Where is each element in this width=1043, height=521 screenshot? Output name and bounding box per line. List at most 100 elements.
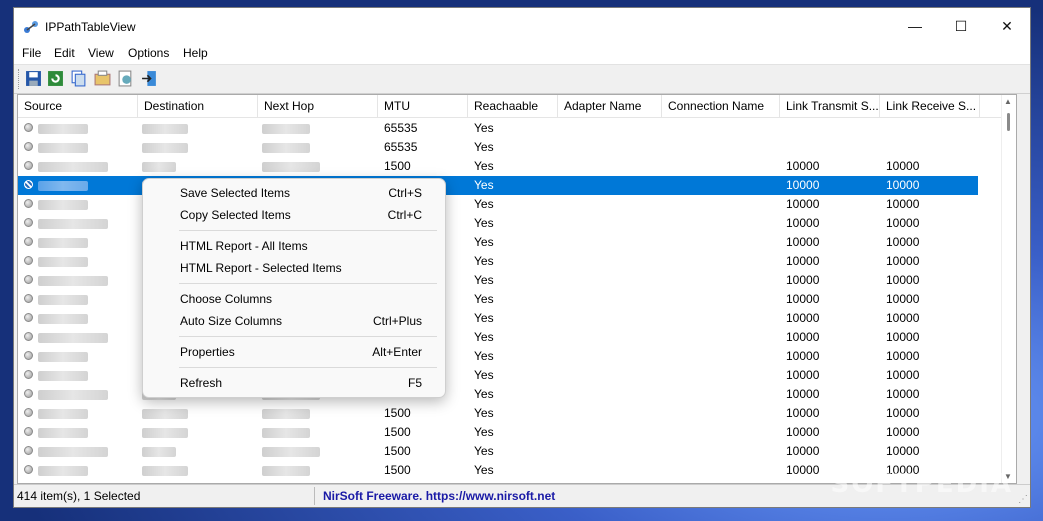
table-row[interactable]: 65535 Yes xyxy=(18,119,978,138)
column-header-connection-name[interactable]: Connection Name xyxy=(662,95,780,117)
cell-tx: 10000 xyxy=(786,387,820,401)
table-row[interactable]: 1500 Yes 10000 10000 xyxy=(18,423,978,442)
menu-file[interactable]: File xyxy=(22,46,41,60)
nirsoft-link[interactable]: NirSoft Freeware. https://www.nirsoft.ne… xyxy=(323,489,555,503)
redacted-source xyxy=(38,124,88,134)
table-row[interactable]: 1500 Yes 10000 10000 xyxy=(18,157,978,176)
context-menu-item[interactable]: Save Selected Items Ctrl+S xyxy=(143,182,445,204)
exit-icon[interactable] xyxy=(141,70,158,87)
column-header-mtu[interactable]: MTU xyxy=(378,95,468,117)
row-status-icon xyxy=(24,389,33,398)
cell-tx: 10000 xyxy=(786,292,820,306)
menu-options[interactable]: Options xyxy=(128,46,169,60)
menu-separator xyxy=(179,230,437,231)
maximize-button[interactable]: ☐ xyxy=(938,8,984,44)
close-button[interactable]: ✕ xyxy=(984,8,1030,44)
cell-tx: 10000 xyxy=(786,235,820,249)
menu-item-shortcut: Alt+Enter xyxy=(372,345,422,359)
context-menu-item[interactable]: Choose Columns xyxy=(143,288,445,310)
column-header-destination[interactable]: Destination xyxy=(138,95,258,117)
cell-reach: Yes xyxy=(474,349,494,363)
cell-reach: Yes xyxy=(474,444,494,458)
cell-reach: Yes xyxy=(474,311,494,325)
context-menu-item[interactable]: Auto Size Columns Ctrl+Plus xyxy=(143,310,445,332)
cell-tx: 10000 xyxy=(786,178,820,192)
cell-rx: 10000 xyxy=(886,235,920,249)
resize-grip-icon[interactable]: ⋰ xyxy=(1018,494,1028,505)
cell-mtu: 1500 xyxy=(384,425,411,439)
status-item-count: 414 item(s), 1 Selected xyxy=(17,489,141,503)
column-header-link-transmit[interactable]: Link Transmit S... xyxy=(780,95,880,117)
context-menu-item[interactable]: Copy Selected Items Ctrl+C xyxy=(143,204,445,226)
column-header-link-receive[interactable]: Link Receive S... xyxy=(880,95,980,117)
context-menu-item[interactable]: HTML Report - Selected Items xyxy=(143,257,445,279)
redacted-source xyxy=(38,276,108,286)
vertical-scrollbar[interactable]: ▲ ▼ xyxy=(1001,95,1016,483)
table-row[interactable]: 1500 Yes 10000 10000 xyxy=(18,404,978,423)
row-status-icon xyxy=(24,199,33,208)
menu-item-label: Auto Size Columns xyxy=(180,314,283,328)
table-row[interactable]: 65535 Yes xyxy=(18,138,978,157)
column-header-source[interactable]: Source xyxy=(18,95,138,117)
context-menu-item[interactable]: Refresh F5 xyxy=(143,372,445,394)
menu-item-label: HTML Report - All Items xyxy=(180,239,308,253)
row-status-icon xyxy=(24,408,33,417)
row-status-icon xyxy=(24,465,33,474)
column-header-reachable[interactable]: Reachaable xyxy=(468,95,558,117)
context-menu-item[interactable]: HTML Report - All Items xyxy=(143,235,445,257)
redacted-destination xyxy=(142,466,188,476)
cell-reach: Yes xyxy=(474,216,494,230)
cell-rx: 10000 xyxy=(886,178,920,192)
cell-rx: 10000 xyxy=(886,254,920,268)
html-report-icon[interactable] xyxy=(117,70,134,87)
redacted-source xyxy=(38,162,108,172)
status-separator xyxy=(314,487,315,505)
redacted-source xyxy=(38,428,88,438)
cell-rx: 10000 xyxy=(886,330,920,344)
softpedia-watermark: SOFTPEDIA xyxy=(830,469,1013,499)
column-header-adapter-name[interactable]: Adapter Name xyxy=(558,95,662,117)
scroll-thumb[interactable] xyxy=(1007,113,1010,131)
cell-tx: 10000 xyxy=(786,349,820,363)
redacted-destination xyxy=(142,162,176,172)
redacted-source xyxy=(38,181,88,191)
context-menu-item[interactable]: Properties Alt+Enter xyxy=(143,341,445,363)
redacted-destination xyxy=(142,124,188,134)
title-bar: IPPathTableView — ☐ ✕ xyxy=(14,8,1030,44)
cell-tx: 10000 xyxy=(786,311,820,325)
close-icon: ✕ xyxy=(1001,17,1013,34)
cell-tx xyxy=(780,119,875,138)
row-status-icon xyxy=(24,294,33,303)
menu-view[interactable]: View xyxy=(88,46,114,60)
cell-reach: Yes xyxy=(474,406,494,420)
cell-tx: 10000 xyxy=(786,159,820,173)
redacted-source xyxy=(38,143,88,153)
app-icon xyxy=(24,21,38,33)
menu-item-shortcut: F5 xyxy=(407,376,422,390)
minimize-button[interactable]: — xyxy=(892,8,938,44)
properties-icon[interactable] xyxy=(94,70,111,87)
redacted-destination xyxy=(142,409,188,419)
redacted-source xyxy=(38,200,88,210)
cell-rx: 10000 xyxy=(886,368,920,382)
redacted-source xyxy=(38,295,88,305)
redacted-source xyxy=(38,409,88,419)
cell-rx: 10000 xyxy=(886,292,920,306)
cell-tx: 10000 xyxy=(786,425,820,439)
table-row[interactable]: 1500 Yes 10000 10000 xyxy=(18,442,978,461)
copy-icon[interactable] xyxy=(70,70,87,87)
menu-help[interactable]: Help xyxy=(183,46,208,60)
scroll-up-icon[interactable]: ▲ xyxy=(1004,97,1012,106)
redacted-next-hop xyxy=(262,466,310,476)
row-status-icon xyxy=(24,256,33,265)
cell-tx: 10000 xyxy=(786,444,820,458)
redacted-source xyxy=(38,466,88,476)
redacted-source xyxy=(38,352,88,362)
redacted-next-hop xyxy=(262,124,310,134)
cell-rx: 10000 xyxy=(886,311,920,325)
menu-edit[interactable]: Edit xyxy=(54,46,75,60)
column-header-next-hop[interactable]: Next Hop xyxy=(258,95,378,117)
save-icon[interactable] xyxy=(25,70,42,87)
row-status-icon xyxy=(24,218,33,227)
refresh-icon[interactable] xyxy=(47,70,64,87)
